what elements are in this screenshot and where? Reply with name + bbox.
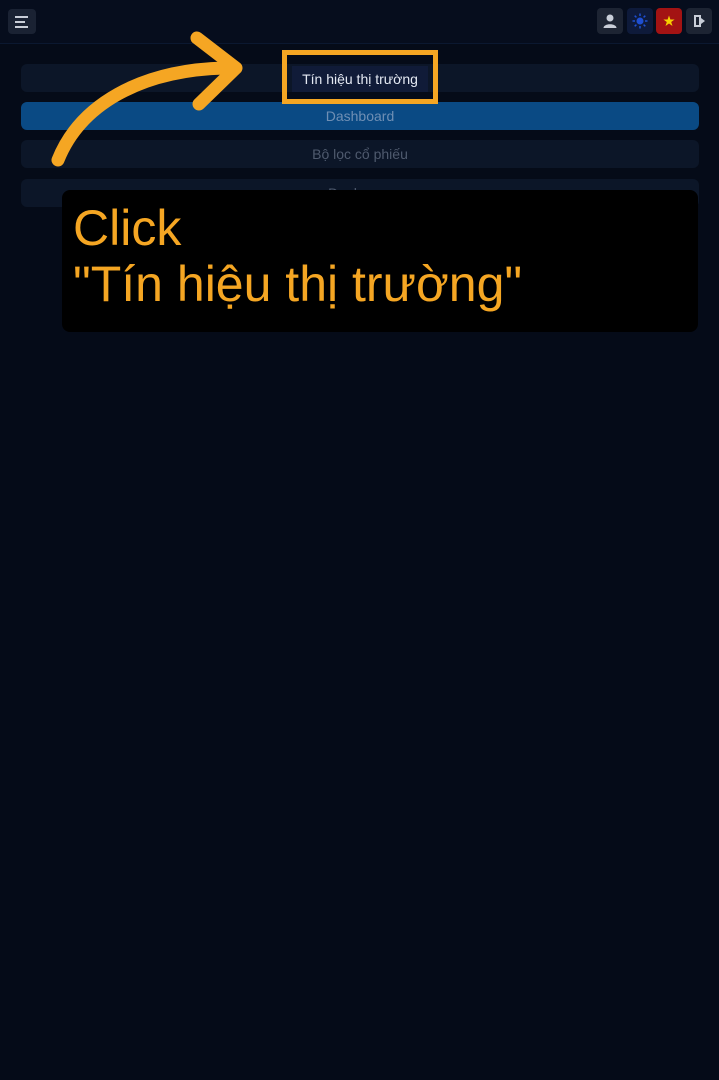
- language-button[interactable]: [656, 8, 682, 34]
- tutorial-instruction-line2: "Tín hiệu thị trường": [73, 256, 523, 312]
- user-icon: [603, 14, 617, 28]
- menu-icon: [15, 15, 28, 28]
- tutorial-instruction-line1: Click: [73, 200, 182, 256]
- menu-button[interactable]: [8, 9, 36, 34]
- logout-button[interactable]: [686, 8, 712, 34]
- top-bar: [0, 0, 719, 44]
- theme-toggle-button[interactable]: [627, 8, 653, 34]
- highlighted-nav-label[interactable]: Tín hiệu thị trường: [292, 66, 428, 92]
- nav-item-dashboard[interactable]: Dashboard: [21, 102, 699, 130]
- nav-item-bo-loc-co-phieu[interactable]: Bộ lọc cổ phiếu: [21, 140, 699, 168]
- tutorial-tooltip: Click "Tín hiệu thị trường": [62, 190, 698, 332]
- user-button[interactable]: [597, 8, 623, 34]
- theme-toggle-icon: [632, 13, 648, 29]
- logout-icon: [694, 15, 705, 27]
- vietnam-flag-icon: [663, 15, 675, 26]
- nav-item-label: Dashboard: [325, 108, 395, 124]
- nav-item-label: Bộ lọc cổ phiếu: [312, 146, 408, 162]
- app-page: Dashboard Bộ lọc cổ phiếu Danh mục Tín h…: [0, 0, 719, 1080]
